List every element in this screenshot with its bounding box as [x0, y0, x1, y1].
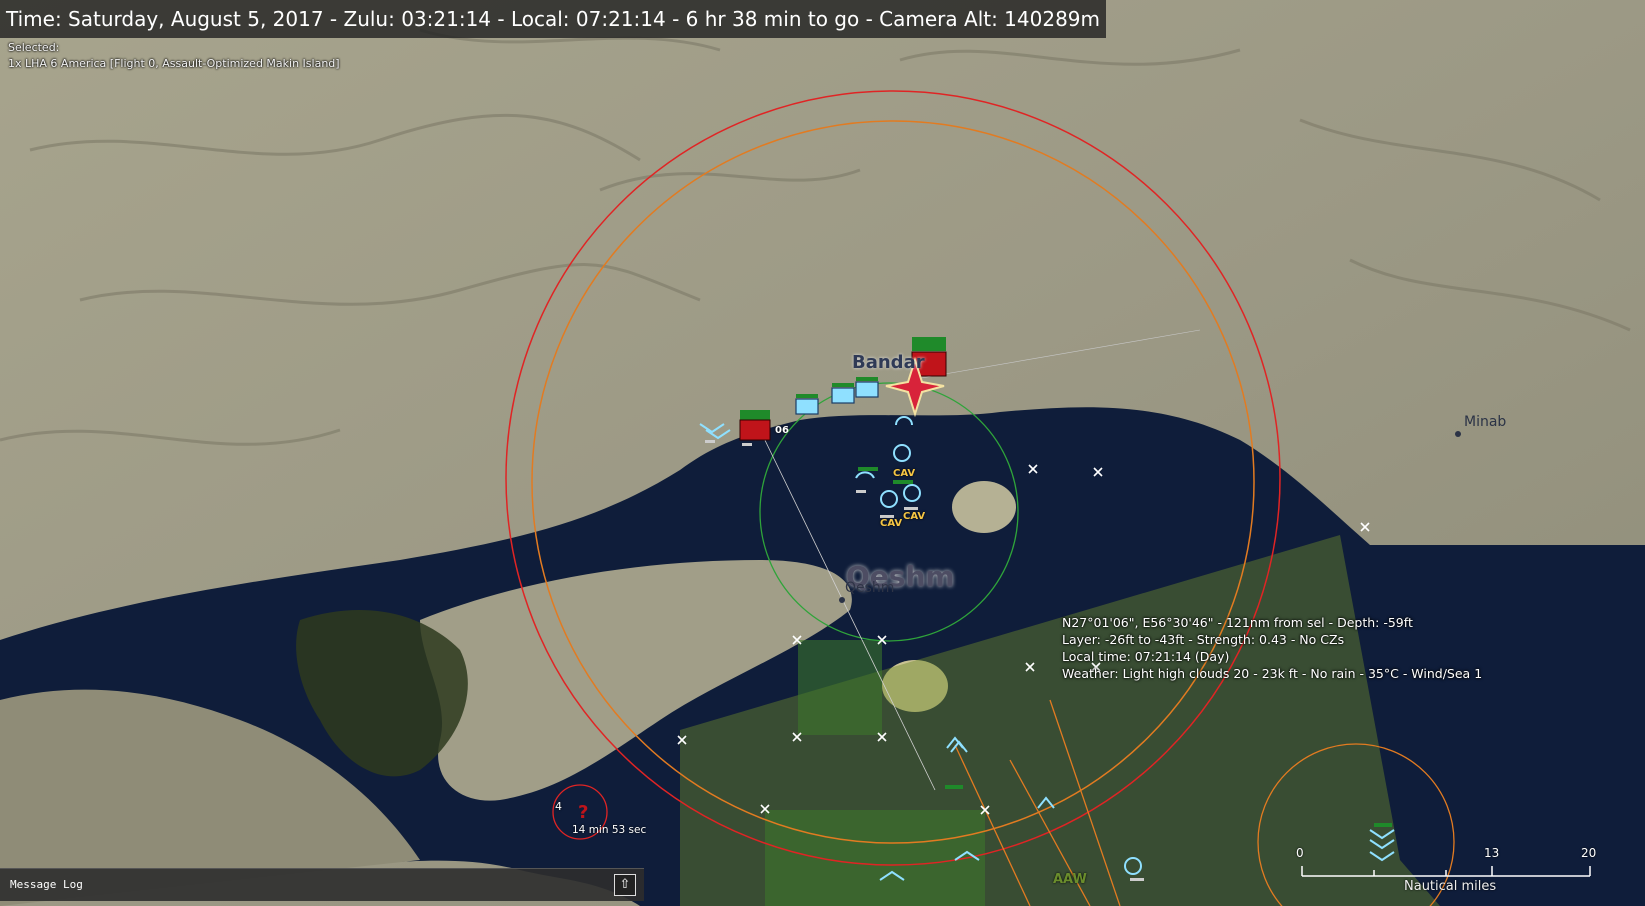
selected-panel: Selected: 1x LHA 6 America [Flight 0, As… — [8, 40, 340, 72]
message-log-title: Message Log — [10, 878, 83, 891]
unit-label-06: 06 — [775, 425, 789, 436]
area-box-2 — [765, 810, 985, 906]
tactical-map[interactable]: ? — [0, 0, 1645, 906]
message-log-bar[interactable]: Message Log ⇧ — [0, 868, 644, 901]
unknown-contact-icon[interactable]: ? — [578, 802, 588, 823]
cursor-info-tooltip: N27°01'06", E56°30'46" - 121nm from sel … — [1062, 614, 1482, 682]
unit-label-cav-1: CAV — [893, 468, 916, 479]
city-label-bandar: Bandar — [852, 352, 925, 373]
hostile-facility-west[interactable] — [739, 410, 771, 441]
cursor-info-weather: Weather: Light high clouds 20 - 23k ft -… — [1062, 666, 1483, 681]
city-label-qeshm: Qeshm — [845, 580, 895, 596]
city-label-minab: Minab — [1464, 414, 1507, 430]
selected-unit-name[interactable]: 1x LHA 6 America [Flight 0, Assault-Opti… — [8, 56, 340, 72]
scale-unit-label: Nautical miles — [1404, 879, 1497, 894]
scale-tick-0: 0 — [1296, 846, 1304, 860]
selected-label: Selected: — [8, 41, 60, 54]
cursor-info-coords: N27°01'06", E56°30'46" - 121nm from sel … — [1062, 615, 1413, 630]
cursor-info-localtime: Local time: 07:21:14 (Day) — [1062, 649, 1230, 664]
hormuz-island — [952, 481, 1016, 533]
unknown-contact-timer: 14 min 53 sec — [572, 824, 647, 836]
time-status-bar: Time: Saturday, August 5, 2017 - Zulu: 0… — [0, 0, 1107, 38]
unknown-contact-count: 4 — [555, 800, 562, 813]
arrow-up-icon[interactable]: ⇧ — [614, 874, 636, 896]
scale-tick-20: 20 — [1581, 846, 1597, 860]
unit-label-cav-3: CAV — [903, 511, 926, 522]
unit-label-cav-2: CAV — [880, 518, 903, 529]
cursor-info-layer: Layer: -26ft to -43ft - Strength: 0.43 -… — [1062, 632, 1345, 647]
zone-label-aaw: AAW — [1053, 872, 1087, 887]
qeshm-city-dot — [839, 597, 845, 603]
scale-tick-13: 13 — [1484, 846, 1500, 860]
minab-city-dot — [1455, 431, 1461, 437]
